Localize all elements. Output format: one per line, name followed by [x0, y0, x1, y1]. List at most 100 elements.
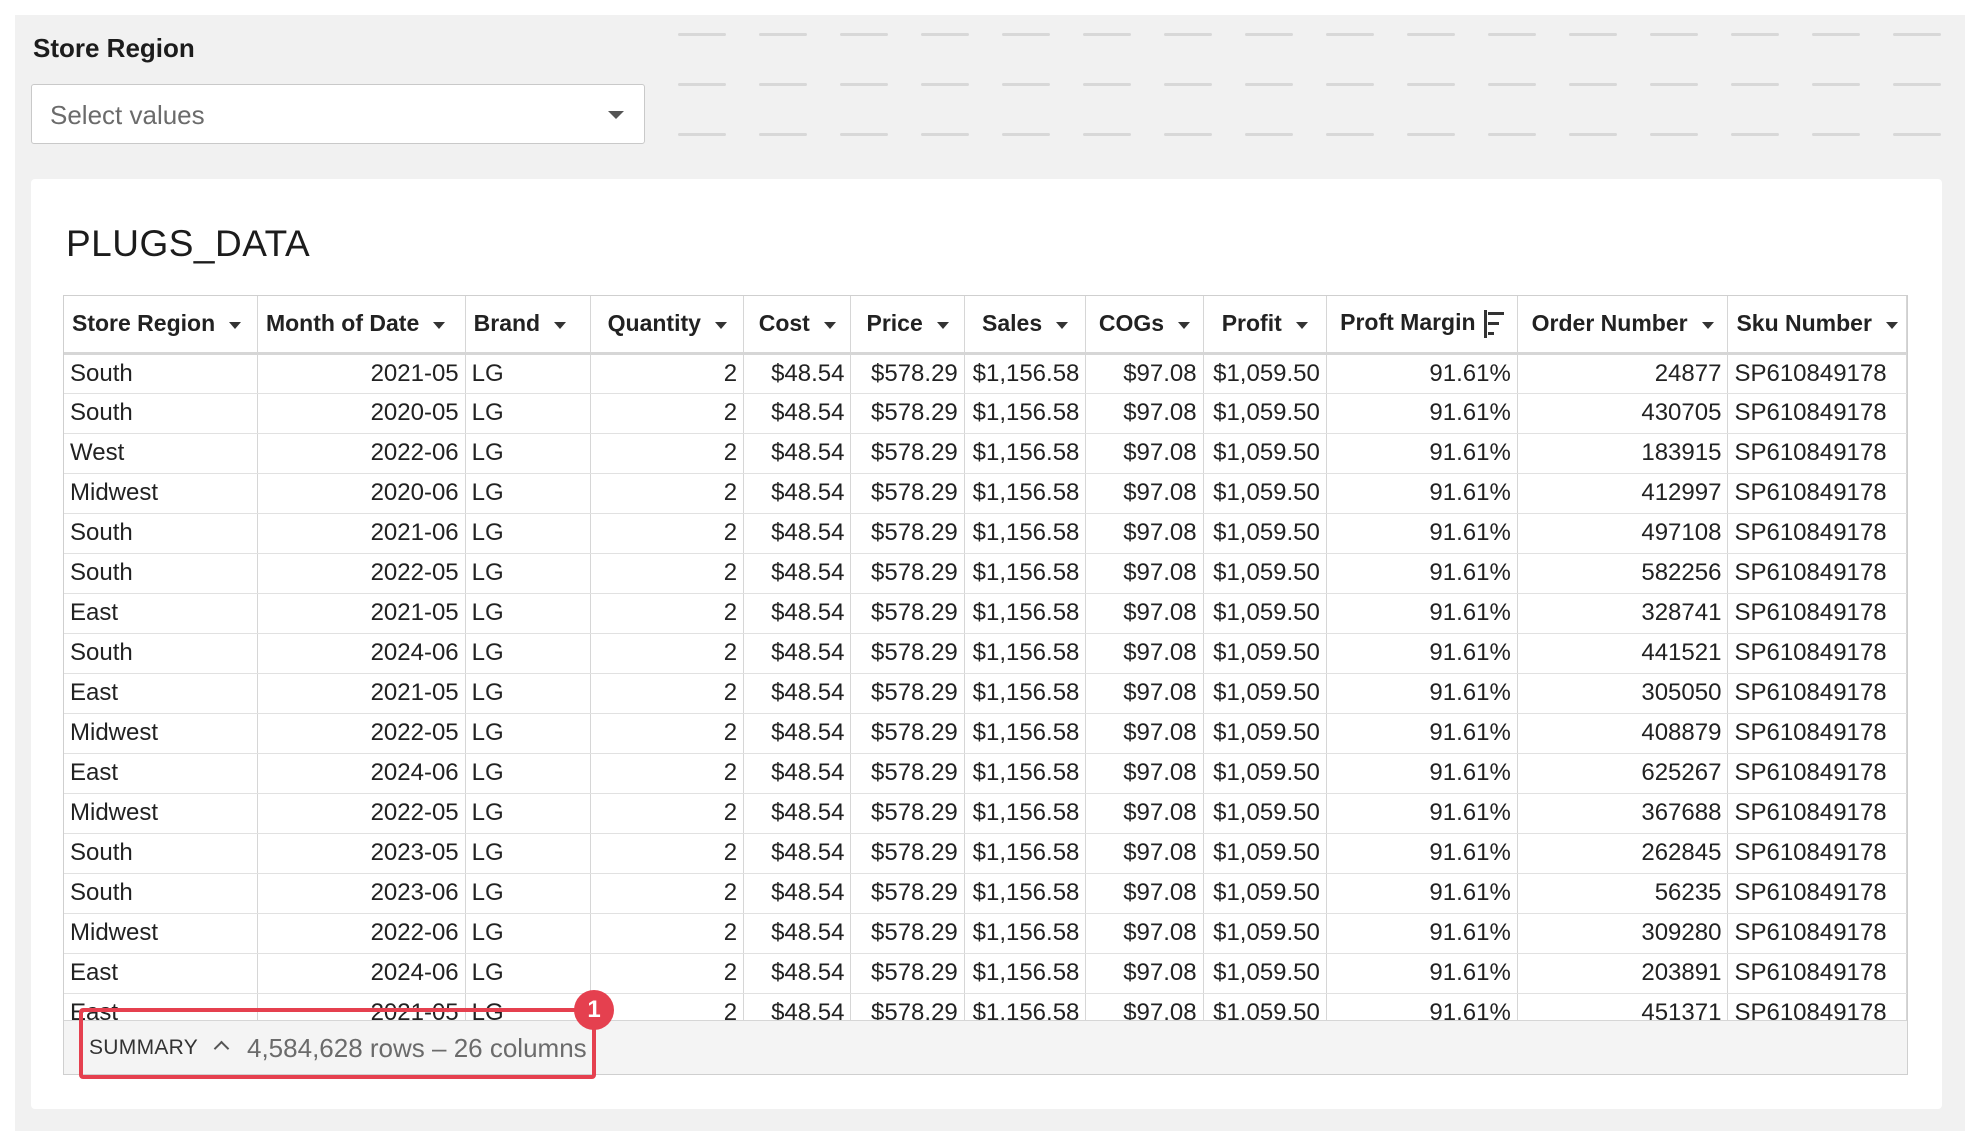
placeholder-dash: [678, 83, 726, 86]
table-cell: SP610849178: [1727, 913, 1907, 954]
column-header-cogs[interactable]: COGs: [1085, 296, 1204, 355]
table-cell: $1,059.50: [1203, 353, 1327, 394]
placeholder-dash: [840, 33, 888, 36]
table-cell: $1,059.50: [1203, 433, 1327, 474]
table-row[interactable]: South 2021-06 LG 2 $48.54 $578.29 $1,156.58 $97…: [64, 513, 1907, 554]
placeholder-dash: [759, 33, 807, 36]
table-cell: $1,059.50: [1203, 833, 1327, 874]
table-cell: LG: [465, 673, 592, 714]
table-cell: 91.61%: [1326, 433, 1518, 474]
column-header-quantity[interactable]: Quantity: [590, 296, 745, 355]
column-menu-caret-icon[interactable]: [433, 321, 446, 329]
table-row[interactable]: South 2023-06 LG 2 $48.54 $578.29 $1,156.58 $97…: [64, 873, 1907, 914]
table-cell: $1,156.58: [964, 673, 1087, 714]
column-menu-caret-icon[interactable]: [936, 321, 949, 329]
column-header-label: Brand: [473, 310, 541, 337]
table-row[interactable]: South 2021-05 LG 2 $48.54 $578.29 $1,156.58 $97…: [64, 353, 1907, 394]
table-cell: $1,156.58: [964, 913, 1087, 954]
table-cell: 430705: [1517, 393, 1729, 434]
table-cell: East: [64, 753, 258, 794]
table-row[interactable]: Midwest 2020-06 LG 2 $48.54 $578.29 $1,156.58 $…: [64, 473, 1907, 514]
column-header-proft-margin[interactable]: Proft Margin: [1326, 296, 1518, 355]
table-cell: $578.29: [850, 753, 965, 794]
column-header-price[interactable]: Price: [850, 296, 965, 355]
column-header-label: Order Number: [1531, 310, 1688, 337]
placeholder-dash: [1407, 33, 1455, 36]
table-cell: $1,059.50: [1203, 473, 1327, 514]
table-row[interactable]: South 2024-06 LG 2 $48.54 $578.29 $1,156.58 $97…: [64, 633, 1907, 674]
table-cell: $48.54: [743, 513, 852, 554]
table-row[interactable]: South 2023-05 LG 2 $48.54 $578.29 $1,156.58 $97…: [64, 833, 1907, 874]
placeholder-dash: [1731, 133, 1779, 136]
table-cell: $1,156.58: [964, 873, 1087, 914]
table-row[interactable]: East 2021-05 LG 2 $48.54 $578.29 $1,156.58 $97.…: [64, 593, 1907, 634]
table-row[interactable]: East 2024-06 LG 2 $48.54 $578.29 $1,156.58 $97.…: [64, 953, 1907, 994]
column-header-store-region[interactable]: Store Region: [64, 296, 258, 355]
table-cell: 2: [590, 473, 745, 514]
column-header-brand[interactable]: Brand: [465, 296, 592, 355]
column-header-sku-number[interactable]: Sku Number: [1727, 296, 1907, 355]
table-cell: $1,059.50: [1203, 393, 1327, 434]
table-cell: $97.08: [1085, 553, 1204, 594]
column-menu-caret-icon[interactable]: [229, 321, 242, 329]
column-menu-caret-icon[interactable]: [554, 321, 567, 329]
table-cell: 91.61%: [1326, 393, 1518, 434]
table-cell: 2: [590, 833, 745, 874]
table-row[interactable]: Midwest 2022-05 LG 2 $48.54 $578.29 $1,156.58 $…: [64, 713, 1907, 754]
table-cell: $48.54: [743, 873, 852, 914]
column-header-cost[interactable]: Cost: [743, 296, 852, 355]
table-cell: 2023-05: [257, 833, 466, 874]
table-cell: 408879: [1517, 713, 1729, 754]
placeholder-dash: [1083, 83, 1131, 86]
table-cell: 328741: [1517, 593, 1729, 634]
column-menu-caret-icon[interactable]: [1885, 321, 1898, 329]
table-row[interactable]: East 2021-05 LG 2 $48.54 $578.29 $1,156.58 $97.…: [64, 673, 1907, 714]
column-menu-caret-icon[interactable]: [823, 321, 836, 329]
placeholder-dash: [1893, 133, 1941, 136]
table-row[interactable]: Midwest 2022-06 LG 2 $48.54 $578.29 $1,156.58 $…: [64, 913, 1907, 954]
placeholder-dash: [1731, 83, 1779, 86]
placeholder-dash: [1245, 83, 1293, 86]
select-placeholder: Select values: [50, 100, 205, 130]
table-cell: $48.54: [743, 713, 852, 754]
table-row[interactable]: East 2024-06 LG 2 $48.54 $578.29 $1,156.58 $97.…: [64, 753, 1907, 794]
column-header-label: Cost: [758, 310, 810, 337]
placeholder-dash: [1893, 83, 1941, 86]
table-cell: LG: [465, 913, 592, 954]
table-row[interactable]: South 2022-05 LG 2 $48.54 $578.29 $1,156.58 $97…: [64, 553, 1907, 594]
table-cell: 2: [590, 793, 745, 834]
column-menu-caret-icon[interactable]: [714, 321, 727, 329]
column-header-label: Profit: [1221, 310, 1282, 337]
placeholder-dash: [1164, 83, 1212, 86]
column-header-month-of-date[interactable]: Month of Date: [257, 296, 466, 355]
table-cell: $48.54: [743, 793, 852, 834]
table-cell: SP610849178: [1727, 513, 1907, 554]
annotation-highlight-box: [79, 1008, 596, 1079]
column-menu-caret-icon[interactable]: [1701, 321, 1714, 329]
column-header-order-number[interactable]: Order Number: [1517, 296, 1729, 355]
chevron-down-icon[interactable]: [608, 111, 624, 119]
sort-descending-icon[interactable]: [1483, 310, 1504, 339]
table-cell: 2: [590, 393, 745, 434]
table-cell: $1,059.50: [1203, 553, 1327, 594]
table-row[interactable]: South 2020-05 LG 2 $48.54 $578.29 $1,156.58 $97…: [64, 393, 1907, 434]
store-region-select[interactable]: Select values: [31, 84, 645, 144]
column-menu-caret-icon[interactable]: [1295, 321, 1308, 329]
table-row[interactable]: West 2022-06 LG 2 $48.54 $578.29 $1,156.58 $97.…: [64, 433, 1907, 474]
table-cell: SP610849178: [1727, 593, 1907, 634]
table-cell: $97.08: [1085, 913, 1204, 954]
column-menu-caret-icon[interactable]: [1056, 321, 1069, 329]
placeholder-dash: [1326, 33, 1374, 36]
table-cell: 2021-05: [257, 593, 466, 634]
table-cell: $97.08: [1085, 593, 1204, 634]
column-header-sales[interactable]: Sales: [964, 296, 1087, 355]
table-cell: $1,059.50: [1203, 713, 1327, 754]
column-menu-caret-icon[interactable]: [1178, 321, 1191, 329]
table-cell: LG: [465, 833, 592, 874]
placeholder-dash: [1812, 133, 1860, 136]
placeholder-dash: [1083, 133, 1131, 136]
data-grid: Store Region Month of Date Brand Quantity Co…: [63, 295, 1908, 1075]
table-cell: $1,059.50: [1203, 793, 1327, 834]
column-header-profit[interactable]: Profit: [1203, 296, 1327, 355]
table-row[interactable]: Midwest 2022-05 LG 2 $48.54 $578.29 $1,156.58 $…: [64, 793, 1907, 834]
